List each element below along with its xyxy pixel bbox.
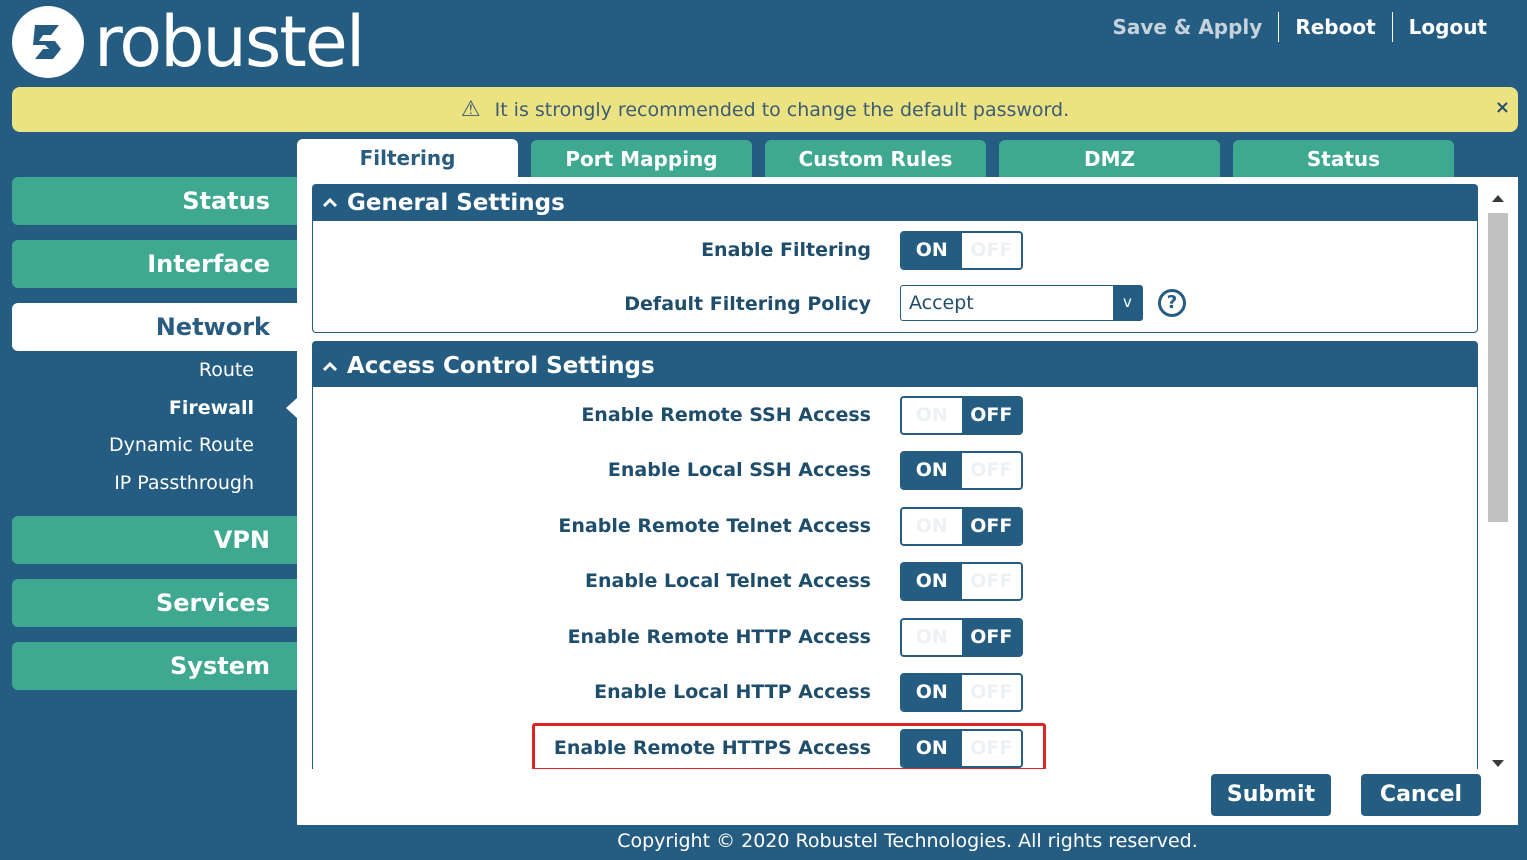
warning-icon: ⚠ — [460, 97, 481, 122]
remote-telnet-toggle[interactable]: ON OFF — [900, 507, 1023, 546]
copyright-footer: Copyright © 2020 Robustel Technologies. … — [617, 830, 1198, 852]
local-http-label: Enable Local HTTP Access — [594, 681, 871, 703]
submit-button[interactable]: Submit — [1211, 774, 1331, 816]
toggle-off: OFF — [961, 509, 1021, 544]
local-telnet-toggle[interactable]: ON OFF — [900, 562, 1023, 601]
chevron-up-icon — [322, 197, 338, 208]
remote-telnet-label: Enable Remote Telnet Access — [558, 515, 871, 537]
sidebar-subitem-dynamic-route[interactable]: Dynamic Route — [109, 433, 254, 457]
sidebar-item-network[interactable]: Network — [12, 303, 297, 351]
enable-filtering-toggle[interactable]: ON OFF — [900, 231, 1023, 270]
sidebar-item-services[interactable]: Services — [12, 579, 297, 627]
access-control-header[interactable]: Access Control Settings — [313, 342, 1477, 387]
sidebar-item-system[interactable]: System — [12, 642, 297, 690]
local-ssh-row: Enable Local SSH Access ON OFF — [313, 450, 1479, 490]
toggle-off: OFF — [961, 233, 1021, 268]
banner-text: It is strongly recommended to change the… — [494, 98, 1070, 121]
scrollbar-thumb[interactable] — [1488, 213, 1508, 522]
chevron-up-icon — [322, 361, 338, 371]
remote-https-row: Enable Remote HTTPS Access ON OFF — [313, 728, 1479, 768]
remote-telnet-row: Enable Remote Telnet Access ON OFF — [313, 506, 1479, 546]
tab-dmz[interactable]: DMZ — [999, 140, 1220, 177]
tab-filtering[interactable]: Filtering — [297, 139, 518, 178]
scroll-up-icon[interactable] — [1492, 195, 1504, 202]
toggle-off: OFF — [961, 453, 1021, 488]
access-control-section: Access Control Settings Enable Remote SS… — [312, 341, 1478, 769]
help-icon[interactable]: ? — [1158, 289, 1186, 317]
sidebar-item-vpn[interactable]: VPN — [12, 516, 297, 564]
sidebar-subitem-ip-passthrough[interactable]: IP Passthrough — [114, 471, 254, 495]
select-value: Accept — [909, 292, 974, 314]
toggle-on: ON — [902, 675, 962, 710]
enable-filtering-row: Enable Filtering ON OFF — [313, 230, 1479, 270]
main-panel: General Settings Enable Filtering ON OFF… — [297, 177, 1518, 825]
logout-link[interactable]: Logout — [1393, 12, 1503, 42]
save-apply-link[interactable]: Save & Apply — [1096, 12, 1278, 42]
local-http-row: Enable Local HTTP Access ON OFF — [313, 672, 1479, 712]
local-http-toggle[interactable]: ON OFF — [900, 673, 1023, 712]
remote-http-label: Enable Remote HTTP Access — [567, 626, 871, 648]
remote-https-toggle[interactable]: ON OFF — [900, 729, 1023, 768]
tab-custom-rules[interactable]: Custom Rules — [765, 140, 986, 177]
scroll-down-icon[interactable] — [1492, 760, 1504, 767]
toggle-on: ON — [902, 233, 962, 268]
enable-filtering-label: Enable Filtering — [701, 239, 871, 261]
toggle-on: ON — [902, 731, 962, 766]
header-links: Save & Apply Reboot Logout — [1096, 12, 1503, 42]
robustel-logo-icon — [12, 6, 84, 78]
reboot-link[interactable]: Reboot — [1279, 12, 1391, 42]
toggle-on: ON — [902, 453, 962, 488]
scrollbar[interactable] — [1487, 183, 1509, 769]
default-policy-row: Default Filtering Policy Accept v ? — [313, 284, 1479, 324]
remote-http-row: Enable Remote HTTP Access ON OFF — [313, 617, 1479, 657]
remote-ssh-toggle[interactable]: ON OFF — [900, 396, 1023, 435]
toggle-on: ON — [902, 620, 962, 655]
current-item-pointer — [286, 398, 297, 418]
toggle-off: OFF — [961, 675, 1021, 710]
local-ssh-label: Enable Local SSH Access — [607, 459, 871, 481]
remote-ssh-row: Enable Remote SSH Access ON OFF — [313, 395, 1479, 435]
tab-port-mapping[interactable]: Port Mapping — [531, 140, 752, 177]
close-icon[interactable]: × — [1495, 97, 1510, 118]
default-policy-label: Default Filtering Policy — [624, 293, 871, 315]
default-policy-select[interactable]: Accept v — [900, 285, 1143, 321]
sidebar-item-status[interactable]: Status — [12, 177, 297, 225]
chevron-down-icon: v — [1113, 286, 1142, 320]
sidebar-item-interface[interactable]: Interface — [12, 240, 297, 288]
cancel-button[interactable]: Cancel — [1361, 774, 1481, 816]
general-settings-header[interactable]: General Settings — [313, 185, 1477, 221]
toggle-off: OFF — [961, 620, 1021, 655]
section-title: General Settings — [347, 190, 565, 216]
local-telnet-row: Enable Local Telnet Access ON OFF — [313, 561, 1479, 601]
toggle-on: ON — [902, 509, 962, 544]
toggle-off: OFF — [961, 564, 1021, 599]
toggle-on: ON — [902, 564, 962, 599]
remote-ssh-label: Enable Remote SSH Access — [581, 404, 871, 426]
remote-http-toggle[interactable]: ON OFF — [900, 618, 1023, 657]
settings-scroll-area[interactable]: General Settings Enable Filtering ON OFF… — [297, 177, 1487, 769]
remote-https-label: Enable Remote HTTPS Access — [553, 737, 871, 759]
toggle-off: OFF — [961, 731, 1021, 766]
section-title: Access Control Settings — [347, 353, 655, 379]
local-ssh-toggle[interactable]: ON OFF — [900, 451, 1023, 490]
sidebar-subitem-route[interactable]: Route — [199, 358, 254, 382]
brand-name: robustel — [94, 1, 365, 83]
brand-logo: robustel — [12, 1, 365, 83]
password-warning-banner: ⚠ It is strongly recommended to change t… — [12, 87, 1518, 132]
tab-status[interactable]: Status — [1233, 140, 1454, 177]
sidebar-subitem-firewall[interactable]: Firewall — [169, 396, 254, 420]
general-settings-section: General Settings Enable Filtering ON OFF… — [312, 184, 1478, 333]
toggle-on: ON — [902, 398, 962, 433]
local-telnet-label: Enable Local Telnet Access — [585, 570, 871, 592]
toggle-off: OFF — [961, 398, 1021, 433]
